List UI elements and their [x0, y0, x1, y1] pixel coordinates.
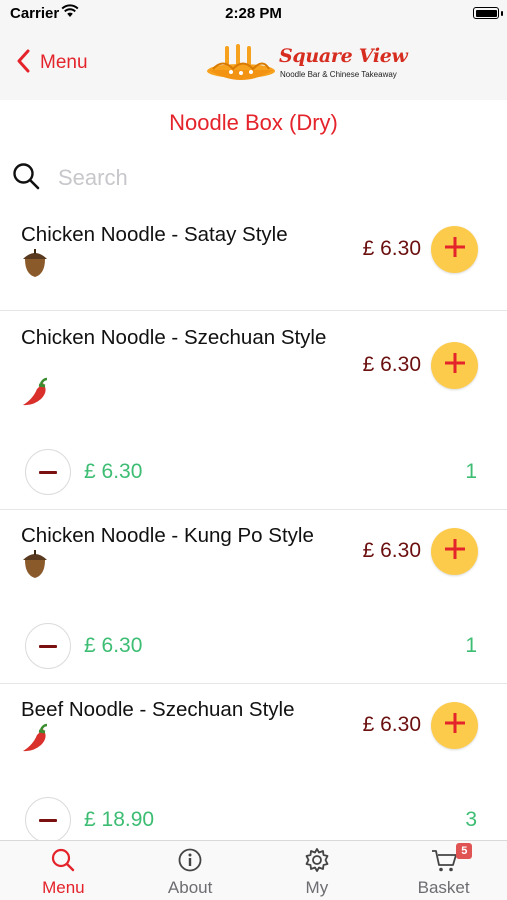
restaurant-logo: Square View Noodle Bar & Chinese Takeawa… [203, 42, 408, 86]
quantity-count: 1 [465, 460, 477, 483]
minus-icon [39, 470, 57, 474]
menu-item: Chicken Noodle - Satay Style £ 6.30 [0, 210, 507, 311]
plus-icon [444, 236, 466, 263]
item-price: £ 6.30 [362, 539, 421, 562]
item-name: Chicken Noodle - Szechuan Style [21, 326, 327, 349]
tab-about[interactable]: About [127, 841, 254, 900]
tab-bar: Menu About My 5 Basket [0, 840, 507, 900]
item-price: £ 6.30 [362, 713, 421, 736]
search-icon [12, 162, 40, 195]
tab-label: Menu [42, 878, 85, 897]
item-name: Beef Noodle - Szechuan Style [21, 698, 295, 721]
quantity-row: £ 18.90 3 [0, 797, 507, 845]
clock: 2:28 PM [225, 5, 282, 22]
basket-count-badge: 5 [456, 843, 473, 859]
logo-name: Square View [279, 45, 408, 67]
line-total: £ 18.90 [84, 808, 155, 831]
item-price: £ 6.30 [362, 237, 421, 260]
minus-icon [39, 644, 57, 648]
acorn-icon [19, 549, 51, 579]
add-to-basket-button[interactable] [431, 528, 478, 575]
page-title: Noodle Box (Dry) [169, 110, 338, 135]
plus-icon [444, 538, 466, 565]
menu-item: Chicken Noodle - Kung Po Style £ 6.30 £ … [0, 510, 507, 684]
item-name: Chicken Noodle - Kung Po Style [21, 524, 314, 547]
status-bar: Carrier 2:28 PM [0, 0, 507, 28]
menu-item-list: Chicken Noodle - Satay Style £ 6.30 Chic… [0, 210, 507, 844]
line-total: £ 6.30 [84, 634, 143, 657]
acorn-icon [19, 248, 51, 278]
quantity-count: 3 [465, 808, 477, 831]
menu-item: Beef Noodle - Szechuan Style £ 6.30 £ 18… [0, 684, 507, 844]
quantity-row: £ 6.30 1 [0, 623, 507, 671]
menu-item: Chicken Noodle - Szechuan Style £ 6.30 £… [0, 311, 507, 510]
tab-label: Basket [417, 878, 470, 897]
gear-icon [303, 846, 331, 874]
remove-one-button[interactable] [25, 623, 71, 669]
item-price: £ 6.30 [362, 353, 421, 376]
search-bar [12, 160, 492, 196]
battery-tip [501, 11, 503, 16]
tab-label: About [167, 878, 213, 897]
tab-menu[interactable]: Menu [0, 841, 127, 900]
quantity-row: £ 6.30 1 [0, 449, 507, 497]
remove-one-button[interactable] [25, 449, 71, 495]
chevron-left-icon [16, 49, 30, 78]
quantity-count: 1 [465, 634, 477, 657]
search-icon [49, 846, 77, 874]
navigation-bar: Menu Square View Noodle Bar & Chinese Ta… [0, 28, 507, 100]
back-button[interactable]: Menu [16, 48, 88, 78]
add-to-basket-button[interactable] [431, 702, 478, 749]
plus-icon [444, 352, 466, 379]
add-to-basket-button[interactable] [431, 342, 478, 389]
tab-my[interactable]: My [254, 841, 381, 900]
remove-one-button[interactable] [25, 797, 71, 843]
back-button-label: Menu [40, 52, 88, 73]
minus-icon [39, 818, 57, 822]
cart-icon [430, 846, 458, 874]
noodle-bowl-logo-icon [207, 44, 275, 80]
line-total: £ 6.30 [84, 460, 143, 483]
info-icon [176, 846, 204, 874]
tab-basket[interactable]: 5 Basket [380, 841, 507, 900]
logo-tagline: Noodle Bar & Chinese Takeaway [280, 70, 397, 79]
plus-icon [444, 712, 466, 739]
add-to-basket-button[interactable] [431, 226, 478, 273]
chili-pepper-icon [19, 723, 51, 753]
chili-pepper-icon [19, 377, 51, 407]
search-input[interactable] [56, 164, 460, 192]
item-name: Chicken Noodle - Satay Style [21, 223, 288, 246]
tab-label: My [305, 878, 329, 897]
battery-icon [473, 7, 499, 19]
